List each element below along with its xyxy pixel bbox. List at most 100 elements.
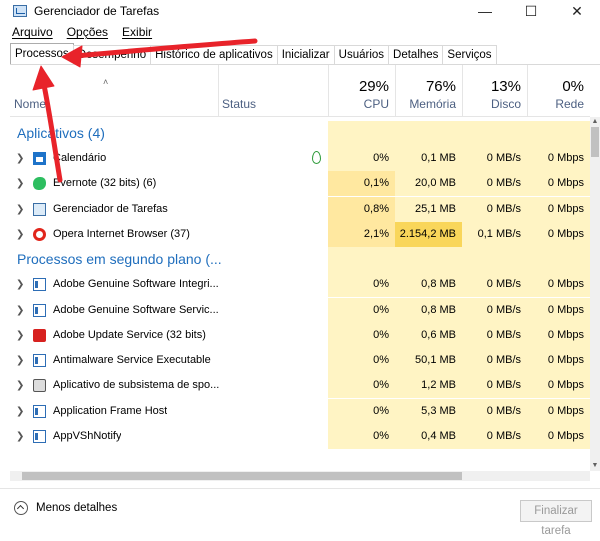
- maximize-button[interactable]: ☐: [508, 0, 554, 22]
- scroll-up-icon[interactable]: ▲: [590, 117, 600, 127]
- tab-processos[interactable]: Processos: [10, 43, 74, 64]
- column-memory[interactable]: 76% Memória: [395, 65, 462, 116]
- tab-servicos[interactable]: Serviços: [442, 45, 497, 64]
- cpu-value: 0%: [373, 152, 389, 164]
- disk-value: 0 MB/s: [486, 152, 521, 164]
- process-row[interactable]: ❯ AppVShNotify 0% 0,4 MB 0 MB/s 0 Mbps: [10, 424, 590, 449]
- menu-bar: Arquivo Opções Exibir: [0, 22, 600, 42]
- tab-detalhes[interactable]: Detalhes: [388, 45, 444, 64]
- column-network[interactable]: 0% Rede: [527, 65, 590, 116]
- disk-value: 0 MB/s: [486, 404, 521, 417]
- network-value: 0 Mbps: [547, 227, 584, 240]
- expand-chevron-icon[interactable]: ❯: [16, 323, 24, 348]
- expand-chevron-icon[interactable]: ❯: [16, 146, 24, 171]
- scroll-down-icon[interactable]: ▼: [590, 461, 600, 471]
- disk-label: Disco: [490, 97, 521, 111]
- expand-chevron-icon[interactable]: ❯: [16, 272, 24, 297]
- cpu-value: 0,1%: [363, 177, 389, 190]
- column-header: ˄ Nome Status 29% CPU 76% Memória 13% Di…: [10, 65, 590, 117]
- vertical-scrollbar[interactable]: ▲ ▼: [590, 117, 600, 471]
- cpu-value: 2,1%: [363, 227, 389, 240]
- process-row[interactable]: ❯ Opera Internet Browser (37) 2,1% 2.154,2 …: [10, 221, 590, 247]
- tab-historico[interactable]: Histórico de aplicativos: [150, 45, 278, 64]
- cpu-total: 29%: [358, 78, 389, 95]
- memory-value: 2.154,2 MB: [399, 227, 456, 240]
- process-row[interactable]: ❯ Evernote (32 bits) (6) 0,1% 20,0 MB 0 MB/s…: [10, 171, 590, 197]
- menu-arquivo[interactable]: Arquivo: [12, 25, 53, 39]
- evernote-icon: [33, 177, 46, 191]
- close-button[interactable]: ✕: [554, 0, 600, 22]
- horizontal-scroll-thumb[interactable]: [22, 472, 462, 480]
- end-task-button[interactable]: Finalizar tarefa: [520, 500, 592, 537]
- column-status[interactable]: Status: [218, 65, 328, 116]
- process-row[interactable]: ❯ Adobe Update Service (32 bits) 0% 0,6 MB 0…: [10, 322, 590, 348]
- expand-chevron-icon[interactable]: ❯: [16, 348, 24, 373]
- process-name: Adobe Genuine Software Integri...: [53, 278, 219, 291]
- expand-chevron-icon[interactable]: ❯: [16, 298, 24, 323]
- horizontal-scrollbar[interactable]: [10, 471, 590, 481]
- disk-value: 0,1 MB/s: [477, 227, 521, 240]
- opera-icon: [33, 227, 46, 241]
- footer: Menos detalhes Finalizar tarefa: [0, 488, 600, 537]
- process-row[interactable]: ❯ Antimalware Service Executable 0% 50,1 MB…: [10, 348, 590, 374]
- printer-icon: [33, 379, 46, 393]
- expand-chevron-icon[interactable]: ❯: [16, 222, 24, 247]
- memory-value: 0,6 MB: [421, 328, 456, 341]
- network-value: 0 Mbps: [547, 202, 584, 215]
- process-row[interactable]: ❯ Adobe Genuine Software Servic... 0% 0,8 M…: [10, 297, 590, 323]
- expand-chevron-icon[interactable]: ❯: [16, 424, 24, 449]
- memory-value: 1,2 MB: [421, 379, 456, 392]
- memory-value: 20,0 MB: [415, 177, 456, 190]
- memory-value: 0,4 MB: [421, 430, 456, 442]
- process-name: Evernote (32 bits) (6): [53, 177, 157, 190]
- task-manager-app-icon: [13, 5, 27, 17]
- network-value: 0 Mbps: [547, 404, 584, 417]
- disk-value: 0 MB/s: [486, 177, 521, 190]
- group-background[interactable]: Processos em segundo plano (...: [10, 247, 590, 273]
- menu-opcoes[interactable]: Opções: [67, 25, 108, 39]
- column-cpu[interactable]: 29% CPU: [328, 65, 395, 116]
- network-value: 0 Mbps: [547, 430, 584, 442]
- expand-chevron-icon[interactable]: ❯: [16, 399, 24, 424]
- cpu-value: 0%: [373, 303, 389, 316]
- process-name: Calendário: [53, 152, 107, 164]
- less-details-button[interactable]: Menos detalhes: [14, 501, 117, 515]
- column-name[interactable]: ˄ Nome: [10, 65, 218, 116]
- network-value: 0 Mbps: [547, 354, 584, 367]
- group-background-label: Processos em segundo plano (...: [17, 251, 222, 268]
- tab-strip: Processos Desempenho Histórico de aplica…: [10, 43, 497, 64]
- disk-value: 0 MB/s: [486, 430, 521, 442]
- less-details-label: Menos detalhes: [36, 502, 118, 514]
- minimize-button[interactable]: —: [462, 0, 508, 22]
- column-disk[interactable]: 13% Disco: [462, 65, 527, 116]
- vertical-scroll-thumb[interactable]: [591, 127, 599, 157]
- network-value: 0 Mbps: [547, 278, 584, 291]
- process-row[interactable]: ❯ Aplicativo de subsistema de spo... 0% 1,2…: [10, 373, 590, 399]
- column-status-label: Status: [222, 97, 257, 111]
- process-name: AppVShNotify: [53, 430, 122, 442]
- expand-chevron-icon[interactable]: ❯: [16, 197, 24, 222]
- network-label: Rede: [555, 97, 584, 111]
- disk-value: 0 MB/s: [486, 379, 521, 392]
- cpu-value: 0,8%: [363, 202, 389, 215]
- network-value: 0 Mbps: [547, 177, 584, 190]
- menu-exibir[interactable]: Exibir: [122, 25, 152, 39]
- tab-inicializar[interactable]: Inicializar: [276, 45, 335, 64]
- process-row[interactable]: ❯ Adobe Genuine Software Integri... 0% 0,8 …: [10, 272, 590, 298]
- process-row[interactable]: ❯ Gerenciador de Tarefas 0,8% 25,1 MB 0 MB/s…: [10, 196, 590, 222]
- process-row[interactable]: ❯ Calendário 0% 0,1 MB 0 MB/s 0 Mbps: [10, 146, 590, 171]
- expand-chevron-icon[interactable]: ❯: [16, 171, 24, 196]
- group-apps-label: Aplicativos (4): [17, 125, 105, 141]
- memory-value: 0,8 MB: [421, 303, 456, 316]
- tab-usuarios[interactable]: Usuários: [333, 45, 390, 64]
- group-apps[interactable]: Aplicativos (4): [10, 121, 590, 146]
- network-total: 0%: [562, 78, 584, 95]
- memory-label: Memória: [409, 97, 456, 111]
- network-value: 0 Mbps: [547, 379, 584, 392]
- disk-value: 0 MB/s: [486, 202, 521, 215]
- expand-chevron-icon[interactable]: ❯: [16, 373, 24, 398]
- cpu-label: CPU: [363, 97, 389, 111]
- process-row[interactable]: ❯ Application Frame Host 0% 5,3 MB 0 MB/s 0 M…: [10, 398, 590, 424]
- tab-desempenho[interactable]: Desempenho: [72, 45, 152, 64]
- window-title: Gerenciador de Tarefas: [34, 4, 160, 18]
